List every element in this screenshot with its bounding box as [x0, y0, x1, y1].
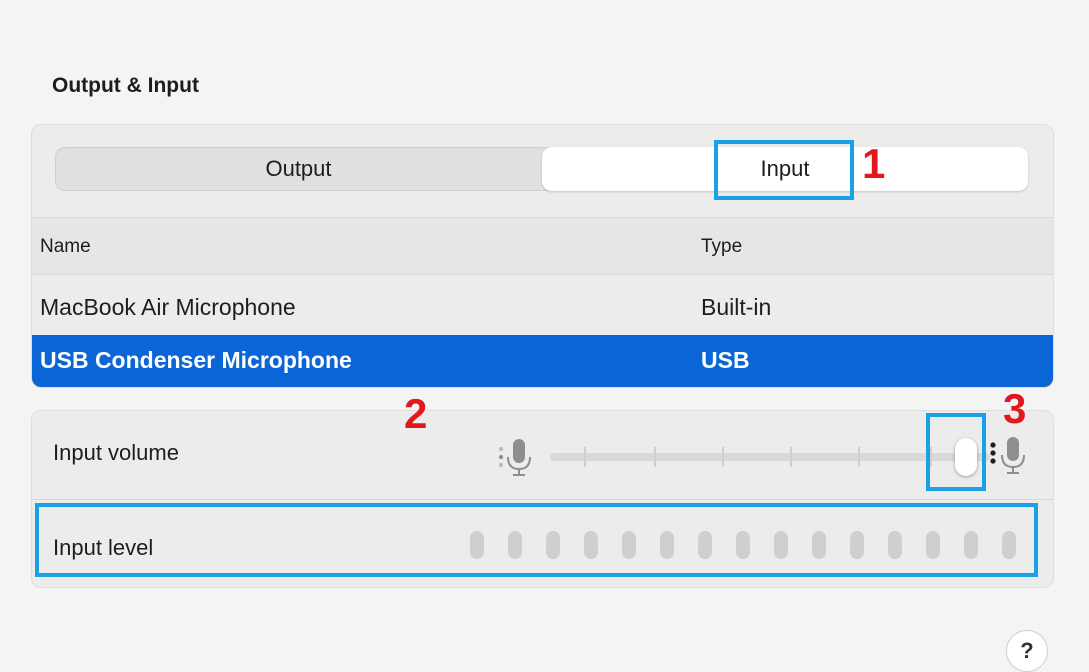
help-button[interactable]: ? — [1006, 630, 1048, 672]
annotation-box-volume-thumb — [926, 413, 986, 491]
microphone-high-icon — [988, 433, 1034, 479]
microphone-low-icon — [497, 435, 537, 479]
slider-tick — [584, 447, 586, 467]
device-type: Built-in — [701, 294, 772, 320]
tab-output[interactable]: Output — [56, 148, 541, 190]
input-volume-slider[interactable] — [550, 435, 990, 479]
output-input-panel: Output Input Name Type MacBook Air Micro… — [31, 124, 1054, 388]
table-row[interactable]: MacBook Air Microphone Built-in — [32, 282, 1053, 334]
input-volume-label: Input volume — [53, 440, 179, 465]
column-header-type[interactable]: Type — [701, 236, 742, 258]
annotation-box-input-tab — [714, 140, 854, 200]
divider — [32, 499, 1053, 500]
annotation-number-1: 1 — [862, 140, 886, 187]
slider-tick — [790, 447, 792, 467]
device-name: MacBook Air Microphone — [40, 294, 296, 320]
slider-tick — [858, 447, 860, 467]
device-type: USB — [701, 347, 750, 373]
slider-tick — [654, 447, 656, 467]
column-header-name[interactable]: Name — [40, 236, 91, 258]
section-title: Output & Input — [52, 74, 199, 97]
annotation-number-3: 3 — [1003, 385, 1027, 432]
table-row-selected[interactable]: USB Condenser Microphone USB — [32, 335, 1053, 387]
device-name: USB Condenser Microphone — [40, 347, 352, 373]
device-table-header: Name Type — [32, 217, 1053, 275]
annotation-number-2: 2 — [404, 390, 428, 437]
slider-tick — [722, 447, 724, 467]
slider-track — [550, 453, 990, 461]
annotation-box-input-level — [35, 503, 1038, 577]
